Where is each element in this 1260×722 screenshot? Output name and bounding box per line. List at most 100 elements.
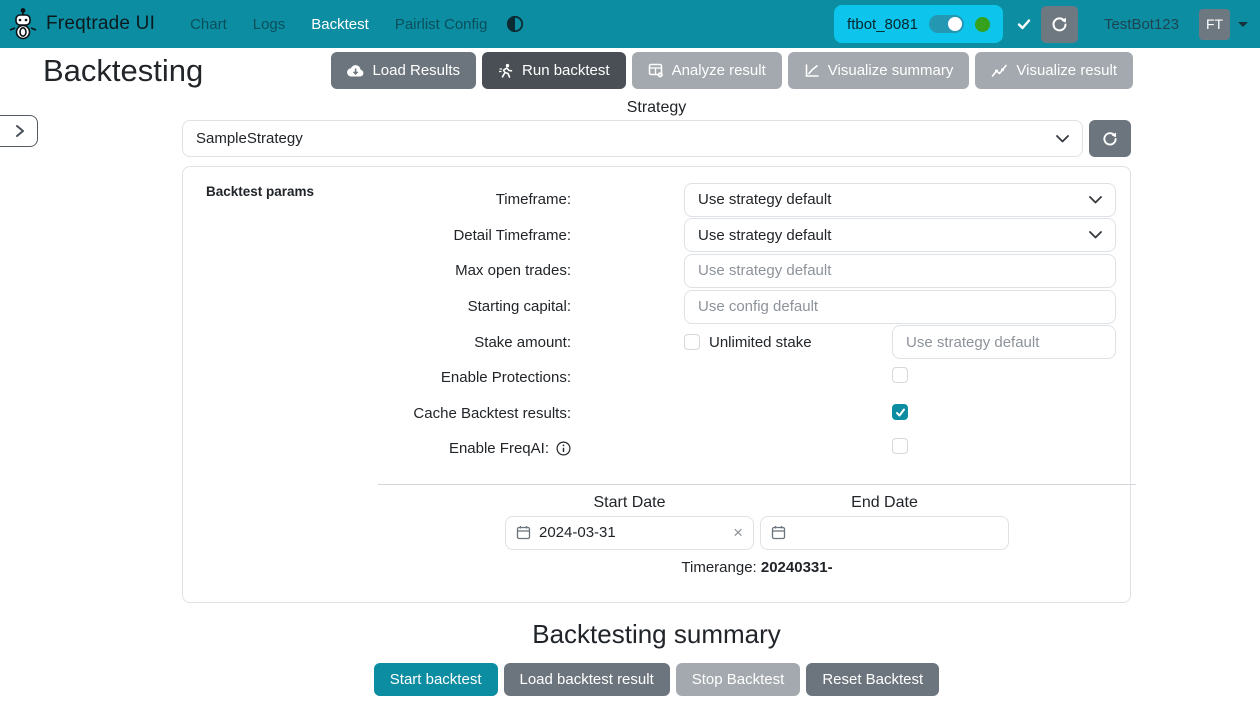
activity-chart-icon [991, 63, 1008, 78]
info-icon[interactable] [556, 441, 571, 456]
nav-link-logs[interactable]: Logs [240, 8, 299, 41]
timeframe-value: Use strategy default [698, 191, 831, 208]
enable-protections-label: Enable Protections: [206, 369, 571, 386]
calendar-icon [771, 525, 786, 540]
chevron-down-icon [1056, 135, 1069, 143]
detail-timeframe-row: Detail Timeframe: Use strategy default [206, 218, 1114, 254]
stake-amount-row: Stake amount: Unlimited stake [206, 324, 1114, 360]
avatar: FT [1199, 9, 1230, 40]
stop-backtest-button[interactable]: Stop Backtest [676, 663, 801, 696]
run-backtest-button[interactable]: Run backtest [482, 52, 626, 89]
navbar: Freqtrade UI Chart Logs Backtest Pairlis… [0, 0, 1260, 48]
navbar-refresh-button[interactable] [1041, 6, 1078, 43]
chevron-right-icon [15, 124, 25, 138]
enable-freqai-label: Enable FreqAI: [206, 440, 571, 457]
end-date-field[interactable] [760, 516, 1009, 550]
strategy-label: Strategy [182, 99, 1131, 117]
start-backtest-button[interactable]: Start backtest [374, 663, 498, 696]
button-label: Analyze result [672, 62, 766, 79]
username-label: TestBot123 [1104, 16, 1179, 33]
button-label: Visualize summary [828, 62, 954, 79]
line-chart-icon [804, 63, 820, 78]
load-backtest-result-button[interactable]: Load backtest result [504, 663, 670, 696]
chevron-down-icon [1089, 196, 1102, 204]
start-date-label: Start Date [505, 494, 754, 512]
theme-toggle-button[interactable] [506, 15, 524, 33]
stake-amount-input[interactable] [892, 325, 1116, 359]
strategy-selected-value: SampleStrategy [196, 130, 303, 147]
analyze-result-button[interactable]: Analyze result [632, 52, 782, 89]
table-gear-icon [648, 63, 664, 78]
starting-capital-row: Starting capital: [206, 289, 1114, 325]
timeframe-row: Timeframe: Use strategy default [206, 182, 1114, 218]
start-date-field[interactable]: × [505, 516, 754, 550]
nav-links: Chart Logs Backtest Pairlist Config [177, 8, 500, 41]
refresh-icon [1102, 131, 1118, 147]
cloud-download-icon [347, 63, 364, 78]
strategy-select[interactable]: SampleStrategy [182, 120, 1083, 157]
stake-amount-label: Stake amount: [206, 334, 571, 351]
button-label: Run backtest [522, 62, 610, 79]
max-open-trades-input[interactable] [684, 254, 1116, 288]
run-person-icon [498, 63, 514, 79]
detail-timeframe-value: Use strategy default [698, 227, 831, 244]
visualize-result-button[interactable]: Visualize result [975, 52, 1133, 89]
backtest-params-card: Backtest params Timeframe: Use strategy … [182, 166, 1131, 603]
bot-online-indicator [975, 17, 990, 32]
backtest-toolbar: Load Results Run backtest [331, 52, 1133, 89]
bot-online-check-icon [1017, 17, 1031, 31]
summary-buttons: Start backtest Load backtest result Stop… [182, 663, 1131, 696]
chevron-down-icon [1238, 22, 1248, 27]
enable-freqai-text: Enable FreqAI: [449, 440, 549, 457]
toggle-knob [948, 17, 962, 31]
timerange-line: Timerange: 20240331- [378, 559, 1136, 576]
bot-name: ftbot_8081 [847, 16, 918, 33]
cache-results-row: Cache Backtest results: [206, 396, 1114, 432]
timerange-value: 20240331- [761, 559, 833, 576]
load-results-button[interactable]: Load Results [331, 52, 476, 89]
brand-title: Freqtrade UI [46, 13, 155, 35]
cache-results-label: Cache Backtest results: [206, 405, 571, 422]
enable-protections-checkbox[interactable] [892, 367, 908, 383]
enable-freqai-checkbox[interactable] [892, 438, 908, 454]
divider [378, 484, 1136, 485]
button-label: Visualize result [1016, 62, 1117, 79]
enable-protections-row: Enable Protections: [206, 360, 1114, 396]
bot-selector[interactable]: ftbot_8081 [834, 5, 1003, 43]
params-title: Backtest params [206, 184, 314, 199]
timerange-label: Timerange: [681, 559, 756, 576]
page-header: Backtesting Load Results Run [0, 48, 1260, 90]
nav-link-chart[interactable]: Chart [177, 8, 240, 41]
starting-capital-label: Starting capital: [206, 298, 571, 315]
cache-results-checkbox[interactable] [892, 404, 908, 420]
clear-start-date-button[interactable]: × [733, 524, 743, 541]
unlimited-stake-label[interactable]: Unlimited stake [709, 334, 812, 351]
theme-circle-half-icon [506, 15, 524, 33]
reset-backtest-button[interactable]: Reset Backtest [806, 663, 939, 696]
visualize-summary-button[interactable]: Visualize summary [788, 52, 970, 89]
calendar-icon [516, 525, 531, 540]
freqtrade-robot-logo-icon [8, 8, 38, 40]
button-label: Load Results [372, 62, 460, 79]
detail-timeframe-select[interactable]: Use strategy default [684, 218, 1116, 252]
nav-link-backtest[interactable]: Backtest [298, 8, 382, 41]
sidebar-expand-button[interactable] [0, 115, 38, 147]
starting-capital-input[interactable] [684, 290, 1116, 324]
unlimited-stake-checkbox[interactable] [684, 334, 700, 350]
end-date-label: End Date [760, 494, 1009, 512]
max-open-trades-label: Max open trades: [206, 262, 571, 279]
page-title: Backtesting [43, 52, 203, 90]
brand[interactable]: Freqtrade UI [8, 8, 155, 40]
backtest-main: Strategy SampleStrategy Backtest params … [182, 99, 1131, 696]
user-menu[interactable]: FT [1199, 9, 1248, 40]
max-open-trades-row: Max open trades: [206, 253, 1114, 289]
summary-title: Backtesting summary [182, 619, 1131, 650]
strategy-refresh-button[interactable] [1089, 120, 1131, 157]
start-date-input[interactable] [539, 524, 725, 541]
nav-link-pairlist-config[interactable]: Pairlist Config [382, 8, 501, 41]
bot-toggle-switch[interactable] [929, 15, 964, 33]
detail-timeframe-label: Detail Timeframe: [206, 227, 571, 244]
end-date-input[interactable] [794, 524, 998, 541]
refresh-icon [1051, 16, 1068, 33]
timeframe-select[interactable]: Use strategy default [684, 183, 1116, 217]
